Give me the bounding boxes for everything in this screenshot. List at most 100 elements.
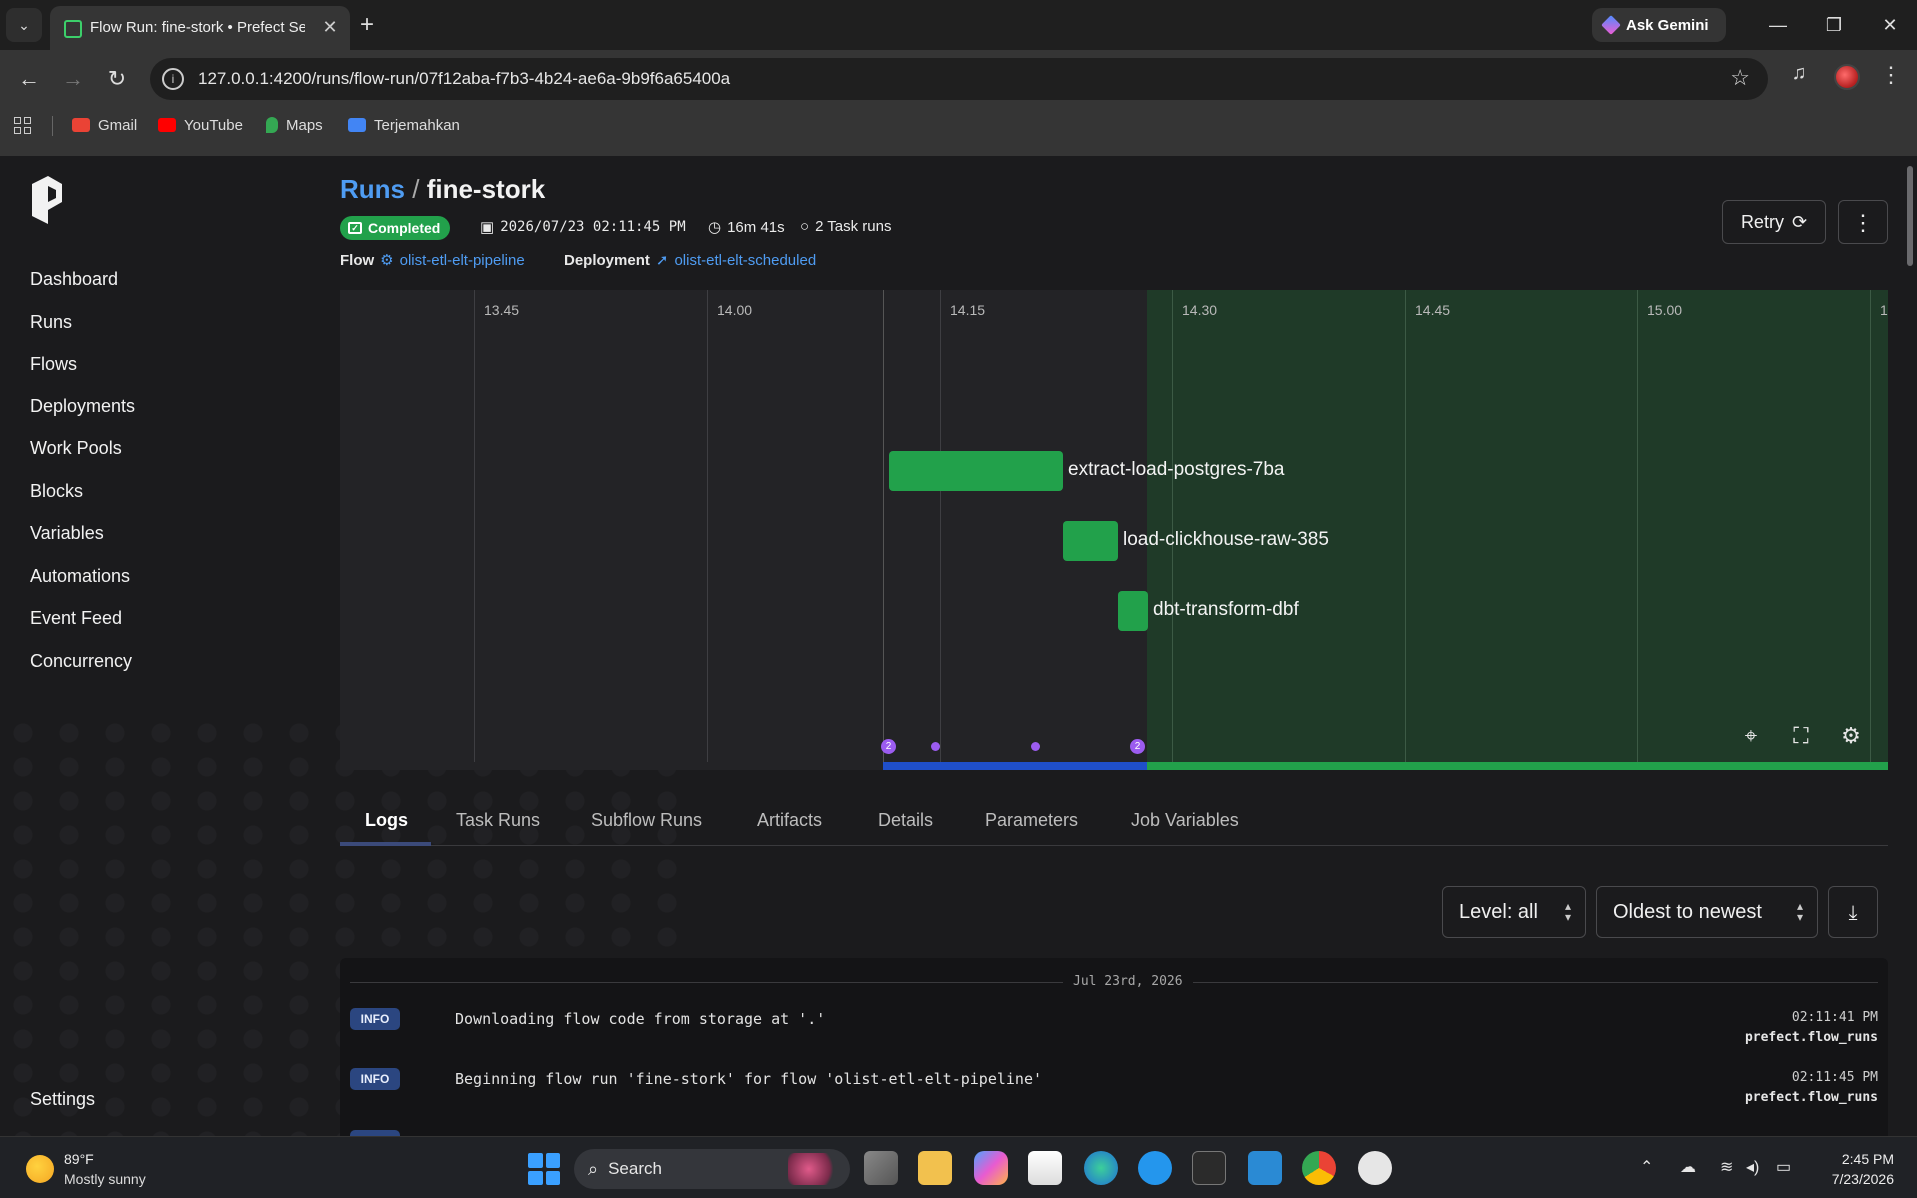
volume-icon[interactable]: ◂) <box>1746 1157 1759 1177</box>
flow-link[interactable]: olist-etl-elt-pipeline <box>400 252 525 269</box>
tab-parameters[interactable]: Parameters <box>985 810 1078 831</box>
bookmark-youtube[interactable]: YouTube <box>158 114 243 136</box>
bookmark-translate[interactable]: Terjemahkan <box>348 114 460 136</box>
task-run-bar[interactable] <box>889 451 1063 491</box>
task-run-bar[interactable] <box>1118 591 1148 631</box>
clock-date[interactable]: 7/23/2026 <box>1814 1171 1894 1187</box>
taskbar-search[interactable]: ⌕ Search <box>574 1149 850 1189</box>
sidebar-item-flows[interactable]: Flows <box>30 354 77 375</box>
weather-description[interactable]: Mostly sunny <box>64 1171 146 1187</box>
retry-button[interactable]: Retry ⟳ <box>1722 200 1826 244</box>
event-marker[interactable] <box>931 742 940 751</box>
page-scrollbar[interactable] <box>1906 156 1914 1136</box>
bookmark-label: Gmail <box>98 116 138 134</box>
address-bar[interactable]: i 127.0.0.1:4200/runs/flow-run/07f12aba-… <box>150 58 1768 100</box>
task-run-label[interactable]: extract-load-postgres-7ba <box>1068 459 1285 481</box>
chevron-up-icon[interactable]: ⌃ <box>1640 1157 1653 1177</box>
bookmark-star-icon[interactable]: ☆ <box>1730 65 1750 91</box>
terminal-icon[interactable] <box>1192 1151 1226 1185</box>
log-level-select[interactable]: Level: all ▴ ▾ <box>1442 886 1586 938</box>
task-view-icon[interactable] <box>864 1151 898 1185</box>
duration: ◷ 16m 41s <box>708 218 785 237</box>
sidebar-item-event-feed[interactable]: Event Feed <box>30 608 122 629</box>
reload-icon[interactable]: ↻ <box>100 62 134 96</box>
close-icon[interactable]: ✕ <box>318 15 342 39</box>
grid-line <box>1870 290 1871 762</box>
bookmark-label: Terjemahkan <box>374 116 460 134</box>
download-logs-button[interactable]: ⤓ <box>1828 886 1878 938</box>
clock-time[interactable]: 2:45 PM <box>1814 1151 1894 1167</box>
edge-browser-icon[interactable] <box>1084 1151 1118 1185</box>
status-badge: ✓ Completed <box>340 216 451 240</box>
ask-gemini-button[interactable]: Ask Gemini <box>1592 8 1726 42</box>
onedrive-cloud-icon[interactable]: ☁ <box>1680 1157 1696 1177</box>
tab-task-runs[interactable]: Task Runs <box>456 810 540 831</box>
forward-arrow-icon[interactable]: → <box>56 62 90 96</box>
deployment-link[interactable]: olist-etl-elt-scheduled <box>674 252 816 269</box>
bookmark-gmail[interactable]: Gmail <box>72 114 137 136</box>
tab-artifacts[interactable]: Artifacts <box>757 810 822 831</box>
task-run-label[interactable]: dbt-transform-dbf <box>1153 599 1299 621</box>
tab-list-button[interactable]: ⌄ <box>6 8 42 42</box>
rocket-icon: ➚ <box>655 252 669 269</box>
weather-temperature[interactable]: 89°F <box>64 1151 94 1167</box>
timeline-future-region <box>1147 290 1888 762</box>
prefect-logo-icon[interactable] <box>30 176 64 224</box>
weather-sun-icon[interactable] <box>26 1155 54 1183</box>
log-logger-name: prefect.flow_runs <box>1744 1030 1878 1045</box>
task-run-label[interactable]: load-clickhouse-raw-385 <box>1123 529 1329 551</box>
event-cluster-marker[interactable]: 2 <box>1130 739 1145 754</box>
chrome-icon[interactable] <box>1302 1151 1336 1185</box>
vscode-icon[interactable] <box>1248 1151 1282 1185</box>
site-info-icon[interactable]: i <box>162 68 184 90</box>
log-entry: INFO Beginning flow run 'fine-stork' for… <box>350 1068 1878 1118</box>
file-explorer-icon[interactable] <box>918 1151 952 1185</box>
breadcrumb-runs-link[interactable]: Runs <box>340 174 405 204</box>
task-run-bar[interactable] <box>1063 521 1118 561</box>
browser-tab[interactable]: Flow Run: fine-stork • Prefect Se ✕ <box>50 6 350 50</box>
kebab-menu-icon[interactable]: ⋮ <box>1876 60 1906 90</box>
fullscreen-expand-icon[interactable]: ⛶ <box>1787 722 1815 750</box>
tab-logs[interactable]: Logs <box>365 810 408 831</box>
windows-start-icon[interactable] <box>528 1153 560 1185</box>
search-icon: ⌕ <box>588 1158 599 1179</box>
sidebar-item-automations[interactable]: Automations <box>30 566 130 587</box>
gemini-sparkle-icon <box>1601 15 1621 35</box>
apps-grid-icon[interactable] <box>14 114 31 136</box>
settings-gear-icon[interactable]: ⚙ <box>1837 722 1865 750</box>
tab-details[interactable]: Details <box>878 810 933 831</box>
event-marker[interactable] <box>1031 742 1040 751</box>
url-text[interactable]: 127.0.0.1:4200/runs/flow-run/07f12aba-f7… <box>198 69 730 89</box>
sidebar-item-variables[interactable]: Variables <box>30 523 104 544</box>
media-controls-icon[interactable]: ♫ <box>1784 62 1814 92</box>
more-options-button[interactable]: ⋮ <box>1838 200 1888 244</box>
flow-run-timeline[interactable]: 13.45 14.00 14.15 14.30 14.45 15.00 1 ex… <box>340 290 1888 770</box>
profile-avatar[interactable] <box>1834 64 1860 90</box>
minimize-icon[interactable]: — <box>1758 10 1798 40</box>
sidebar-item-blocks[interactable]: Blocks <box>30 481 83 502</box>
sidebar-item-dashboard[interactable]: Dashboard <box>30 269 118 290</box>
docker-icon[interactable] <box>1138 1151 1172 1185</box>
tab-subflow-runs[interactable]: Subflow Runs <box>591 810 702 831</box>
event-cluster-marker[interactable]: 2 <box>881 739 896 754</box>
bookmark-maps[interactable]: Maps <box>266 114 323 136</box>
back-arrow-icon[interactable]: ← <box>12 62 46 96</box>
sidebar-item-concurrency[interactable]: Concurrency <box>30 651 132 672</box>
sidebar-item-work-pools[interactable]: Work Pools <box>30 438 122 459</box>
sidebar-item-deployments[interactable]: Deployments <box>30 396 135 417</box>
scrollbar-thumb[interactable] <box>1907 166 1913 266</box>
sidebar-item-runs[interactable]: Runs <box>30 312 72 333</box>
sidebar-item-settings[interactable]: Settings <box>30 1089 95 1110</box>
battery-icon[interactable]: ▭ <box>1776 1157 1791 1177</box>
wifi-icon[interactable]: ≋ <box>1720 1157 1733 1177</box>
search-label: Search <box>608 1159 662 1178</box>
new-tab-button[interactable]: + <box>352 10 382 40</box>
app-icon[interactable] <box>1358 1151 1392 1185</box>
restore-icon[interactable]: ❐ <box>1814 10 1854 40</box>
copilot-icon[interactable] <box>974 1151 1008 1185</box>
microsoft-store-icon[interactable] <box>1028 1151 1062 1185</box>
log-order-select[interactable]: Oldest to newest ▴ ▾ <box>1596 886 1818 938</box>
window-close-icon[interactable]: ✕ <box>1870 10 1910 40</box>
recenter-target-icon[interactable]: ⌖ <box>1737 722 1765 750</box>
tab-job-variables[interactable]: Job Variables <box>1131 810 1239 831</box>
